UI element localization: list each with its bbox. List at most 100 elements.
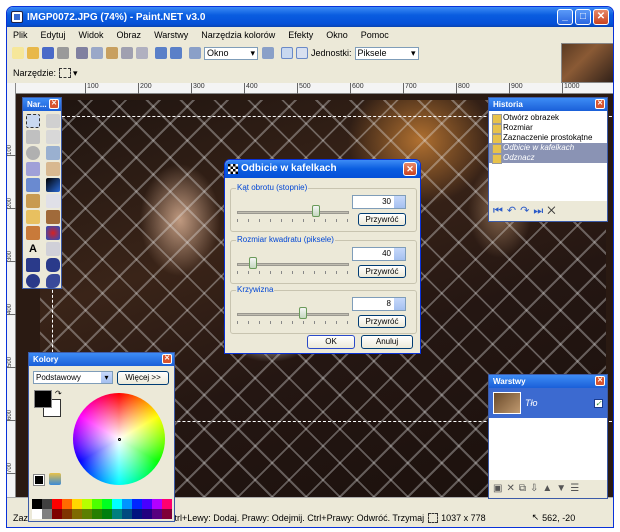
default-colors-icon[interactable] xyxy=(33,474,45,486)
gradient-icon[interactable] xyxy=(46,178,60,192)
rectangle-select-icon[interactable] xyxy=(26,114,40,128)
freeform-shape-icon[interactable] xyxy=(46,274,60,288)
angle-input[interactable]: 30 xyxy=(352,195,406,209)
pencil-icon[interactable] xyxy=(26,210,40,224)
menu-pomoc[interactable]: Pomoc xyxy=(361,30,389,40)
menu-narzedzia-kolorow[interactable]: Narzędzia kolorów xyxy=(201,30,275,40)
rectangle-icon[interactable] xyxy=(26,258,40,272)
magic-wand-icon[interactable] xyxy=(26,162,40,176)
move-selected-icon[interactable] xyxy=(46,130,60,144)
open-icon[interactable] xyxy=(27,47,39,59)
print-icon[interactable] xyxy=(57,47,69,59)
redo-icon[interactable]: ↷ xyxy=(520,205,533,217)
undo-icon[interactable] xyxy=(155,47,167,59)
crop-icon[interactable] xyxy=(121,47,133,59)
minimize-button[interactable]: _ xyxy=(557,9,573,25)
layer-row[interactable]: Tło ✓ xyxy=(489,388,607,418)
zoom-combobox[interactable]: Okno ▾ xyxy=(204,46,258,60)
move-selection-icon[interactable] xyxy=(46,114,60,128)
color-mode-select[interactable]: Podstawowy ▾ xyxy=(33,371,113,384)
angle-slider[interactable] xyxy=(237,205,349,222)
close-icon[interactable]: ✕ xyxy=(162,354,172,364)
layer-visibility-checkbox[interactable]: ✓ xyxy=(594,398,603,408)
units-combobox[interactable]: Piksele ▾ xyxy=(354,46,419,60)
fast-forward-icon[interactable]: ⏭ xyxy=(533,205,547,217)
curvature-slider[interactable] xyxy=(237,307,349,324)
history-item[interactable]: Otwórz obrazek xyxy=(489,113,607,124)
close-icon[interactable]: ✕ xyxy=(49,99,59,109)
merge-layer-icon[interactable]: ⇩ xyxy=(530,483,542,494)
size-input[interactable]: 40 xyxy=(352,247,406,261)
menu-okno[interactable]: Okno xyxy=(326,30,348,40)
curvature-input[interactable]: 8 xyxy=(352,297,406,311)
menu-efekty[interactable]: Efekty xyxy=(288,30,313,40)
menu-obraz[interactable]: Obraz xyxy=(117,30,142,40)
grid-icon[interactable] xyxy=(281,47,293,59)
history-item[interactable]: Odbicie w kafelkach xyxy=(489,143,607,154)
lasso-icon[interactable] xyxy=(26,130,40,144)
recolor-icon[interactable] xyxy=(46,226,60,240)
new-icon[interactable] xyxy=(12,47,24,59)
menu-plik[interactable]: Plik xyxy=(13,30,28,40)
paste-icon[interactable] xyxy=(106,47,118,59)
dialog-close-button[interactable]: ✕ xyxy=(403,162,417,176)
palette-menu-icon[interactable] xyxy=(49,473,61,485)
line-icon[interactable] xyxy=(46,242,60,256)
swap-colors-icon[interactable]: ↷ xyxy=(55,389,62,398)
image-thumbnail[interactable] xyxy=(561,43,613,83)
maximize-button[interactable]: □ xyxy=(575,9,591,25)
move-up-icon[interactable]: ▲ xyxy=(542,483,556,494)
paint-bucket-icon[interactable] xyxy=(26,178,40,192)
slider-thumb[interactable] xyxy=(311,205,320,217)
vertical-ruler: 100 200 300 400 500 600 700 xyxy=(7,83,16,497)
history-item[interactable]: Odznacz xyxy=(489,153,607,164)
zoom-in-icon[interactable] xyxy=(262,47,274,59)
rectangle-select-icon[interactable] xyxy=(59,68,72,78)
angle-reset-button[interactable]: Przywróć xyxy=(358,213,406,226)
ok-button[interactable]: OK xyxy=(307,335,355,349)
copy-icon[interactable] xyxy=(91,47,103,59)
menu-warstwy[interactable]: Warstwy xyxy=(154,30,188,40)
color-picker-icon[interactable] xyxy=(46,210,60,224)
size-slider[interactable] xyxy=(237,257,349,274)
zoom-icon[interactable] xyxy=(46,146,60,160)
zoom-value: Okno xyxy=(207,47,229,58)
redo-icon[interactable] xyxy=(170,47,182,59)
close-icon[interactable]: ✕ xyxy=(595,376,605,386)
menu-widok[interactable]: Widok xyxy=(79,30,104,40)
close-icon[interactable]: ✕ xyxy=(595,99,605,109)
pan-icon[interactable] xyxy=(46,162,60,176)
paintbrush-icon[interactable] xyxy=(26,194,40,208)
move-down-icon[interactable]: ▼ xyxy=(556,483,570,494)
primary-color-swatch[interactable] xyxy=(34,390,52,408)
deselect-icon[interactable] xyxy=(136,47,148,59)
save-icon[interactable] xyxy=(42,47,54,59)
curvature-reset-button[interactable]: Przywróć xyxy=(358,315,406,328)
text-tool-icon[interactable]: A xyxy=(26,242,40,256)
delete-layer-icon[interactable]: ✕ xyxy=(506,483,518,494)
size-reset-button[interactable]: Przywróć xyxy=(358,265,406,278)
more-colors-button[interactable]: Więcej >> xyxy=(117,371,169,385)
slider-thumb[interactable] xyxy=(249,257,258,269)
chevron-down-icon[interactable]: ▾ xyxy=(73,68,78,79)
history-item[interactable]: Zaznaczenie prostokątne xyxy=(489,133,607,144)
rulers-icon[interactable] xyxy=(296,47,308,59)
slider-thumb[interactable] xyxy=(299,307,308,319)
add-layer-icon[interactable]: ▣ xyxy=(493,483,506,494)
delete-history-icon[interactable]: ✕ xyxy=(547,205,559,217)
history-item[interactable]: Rozmiar xyxy=(489,123,607,134)
ellipse-select-icon[interactable] xyxy=(26,146,40,160)
rewind-icon[interactable]: ⏮ xyxy=(493,205,507,217)
menu-edytuj[interactable]: Edytuj xyxy=(41,30,66,40)
layer-properties-icon[interactable]: ☰ xyxy=(570,483,583,494)
close-button[interactable]: ✕ xyxy=(593,9,609,25)
rounded-rectangle-icon[interactable] xyxy=(46,258,60,272)
cut-icon[interactable] xyxy=(76,47,88,59)
eraser-icon[interactable] xyxy=(46,194,60,208)
cancel-button[interactable]: Anuluj xyxy=(361,335,413,349)
undo-icon[interactable]: ↶ xyxy=(507,205,520,217)
clone-stamp-icon[interactable] xyxy=(26,226,40,240)
ellipse-icon[interactable] xyxy=(26,274,40,288)
duplicate-layer-icon[interactable]: ⧉ xyxy=(519,483,530,494)
color-palette[interactable] xyxy=(32,499,172,519)
